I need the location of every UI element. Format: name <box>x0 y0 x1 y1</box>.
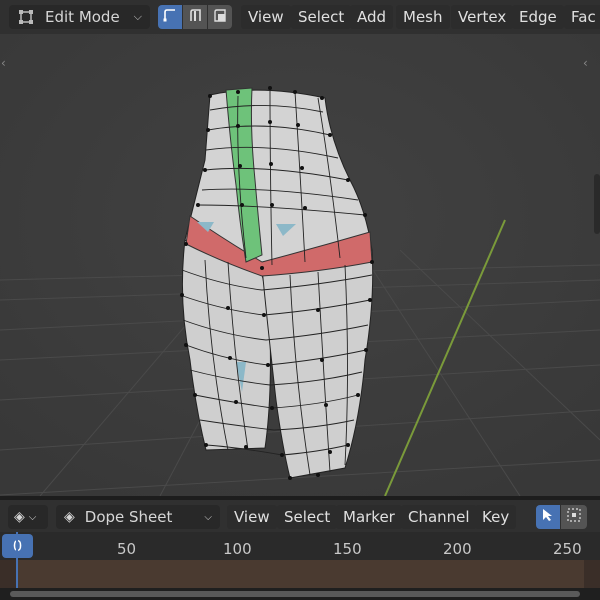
mode-label: Edit Mode <box>45 8 120 26</box>
frame-tick-150: 150 <box>333 540 362 558</box>
chevron-down-icon: ⌵ <box>133 10 142 23</box>
timeline-scrollbar[interactable] <box>0 588 600 600</box>
select-tool-button[interactable] <box>536 505 560 529</box>
vertex-select-icon <box>162 7 178 27</box>
menu-edge[interactable]: Edge <box>512 5 564 29</box>
timeline-menu-view[interactable]: View <box>227 505 277 529</box>
viewport-scroll-handle[interactable] <box>594 174 600 234</box>
3d-viewport[interactable]: ‹ ‹ <box>0 34 600 496</box>
scrollbar-thumb[interactable] <box>10 591 580 597</box>
frame-tick-250: 250 <box>553 540 582 558</box>
dope-sheet-icon: ◈ <box>64 509 75 525</box>
timeline-menu-channel[interactable]: Channel <box>401 505 477 529</box>
menu-face[interactable]: Fac <box>564 5 600 29</box>
box-select-icon <box>566 507 582 527</box>
menu-add[interactable]: Add <box>350 5 394 29</box>
timeline-menu-select[interactable]: Select <box>277 505 338 529</box>
frame-tick-50: 50 <box>117 540 137 558</box>
menu-vertex[interactable]: Vertex <box>451 5 514 29</box>
menu-mesh[interactable]: Mesh <box>396 5 450 29</box>
frame-ruler[interactable]: 0 50 100 150 200 250 <box>0 532 600 560</box>
chevron-down-icon: ⌵ <box>28 511 37 523</box>
track-start-shade <box>0 560 16 588</box>
frame-tick-200: 200 <box>443 540 472 558</box>
frame-tick-100: 100 <box>223 540 252 558</box>
timeline-menu-marker[interactable]: Marker <box>336 505 402 529</box>
dope-sheet-label: Dope Sheet <box>84 508 173 526</box>
chevron-down-icon: ⌵ <box>204 511 212 523</box>
editor-type-selector[interactable]: ◈ ⌵ <box>8 505 48 529</box>
track-end-shade <box>584 560 600 588</box>
keyframe-icon: ◈ <box>14 509 25 525</box>
timeline-menu-key[interactable]: Key <box>475 505 517 529</box>
cursor-arrow-icon <box>541 508 555 526</box>
edge-select-button[interactable] <box>183 5 207 29</box>
viewport-header: Edit Mode ⌵ View Select Add Mesh Vertex … <box>0 0 600 34</box>
viewport-scene <box>0 34 600 496</box>
left-panel-expand-icon[interactable]: ‹ <box>1 56 6 70</box>
right-panel-expand-icon[interactable]: ‹ <box>583 56 588 70</box>
timeline-header: ◈ ⌵ ◈ Dope Sheet ⌵ View Select Marker Ch… <box>0 500 600 532</box>
dope-sheet-mode-selector[interactable]: ◈ Dope Sheet ⌵ <box>56 505 220 529</box>
keyframe-track[interactable] <box>0 532 600 588</box>
edit-mode-icon <box>17 8 37 26</box>
menu-select[interactable]: Select <box>291 5 352 29</box>
menu-view[interactable]: View <box>241 5 291 29</box>
box-select-button[interactable] <box>561 505 587 529</box>
face-select-icon <box>212 7 228 27</box>
face-select-button[interactable] <box>208 5 232 29</box>
vertex-select-button[interactable] <box>158 5 182 29</box>
edge-select-icon <box>187 7 203 27</box>
playhead-line[interactable] <box>16 532 18 588</box>
mode-selector[interactable]: Edit Mode ⌵ <box>9 5 150 29</box>
